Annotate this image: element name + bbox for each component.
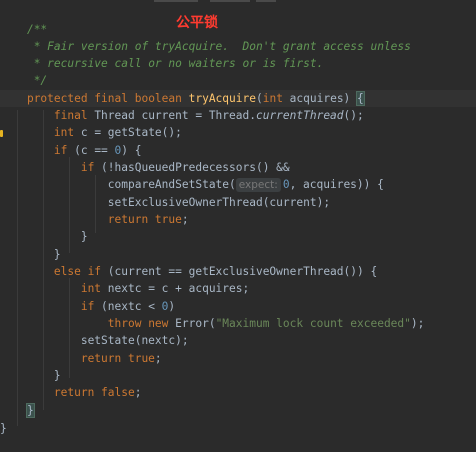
clipped-top-line — [154, 0, 284, 4]
code-line[interactable]: if (!hasQueuedPredecessors() && — [0, 159, 476, 176]
code-line[interactable]: final Thread current = Thread.currentThr… — [0, 107, 476, 124]
code-line[interactable]: compareAndSetState(expect: 0, acquires)) … — [0, 176, 476, 193]
code-line[interactable]: } — [0, 228, 476, 245]
code-line[interactable]: else if (current == getExclusiveOwnerThr… — [0, 263, 476, 280]
code-line[interactable]: int c = getState(); — [0, 124, 476, 141]
code-line[interactable]: return false; — [0, 384, 476, 401]
code-line[interactable]: int nextc = c + acquires; — [0, 280, 476, 297]
code-line-current[interactable]: protected final boolean tryAcquire(int a… — [0, 90, 476, 107]
doc-comment: * recursive call or no waiters or is fir… — [26, 57, 324, 70]
code-line[interactable]: } — [0, 246, 476, 263]
code-line[interactable]: setExclusiveOwnerThread(current); — [0, 194, 476, 211]
code-line[interactable]: } — [0, 367, 476, 384]
code-line[interactable]: * Fair version of tryAcquire. Don't gran… — [0, 38, 476, 55]
code-line[interactable]: */ — [0, 72, 476, 89]
code-line[interactable]: return true; — [0, 350, 476, 367]
code-line[interactable]: if (nextc < 0) — [0, 298, 476, 315]
matched-brace: { — [356, 91, 365, 106]
code-line[interactable]: return true; — [0, 211, 476, 228]
doc-comment: * Fair version of tryAcquire. Don't gran… — [26, 40, 411, 53]
code-line[interactable]: if (c == 0) { — [0, 142, 476, 159]
doc-comment: */ — [26, 74, 48, 87]
code-line[interactable]: throw new Error("Maximum lock count exce… — [0, 315, 476, 332]
matched-brace: } — [25, 403, 35, 418]
code-line[interactable]: } — [0, 420, 476, 437]
code-line[interactable]: } — [0, 402, 476, 419]
parameter-hint: expect: — [235, 178, 281, 192]
code-line[interactable]: /** — [0, 21, 476, 38]
code-editor[interactable]: 公平锁 /** * Fair version of tryAcquire. Do… — [0, 0, 476, 452]
code-line[interactable]: setState(nextc); — [0, 332, 476, 349]
method-name: tryAcquire — [188, 92, 256, 105]
doc-comment: /** — [26, 23, 48, 36]
code-line[interactable]: * recursive call or no waiters or is fir… — [0, 55, 476, 72]
